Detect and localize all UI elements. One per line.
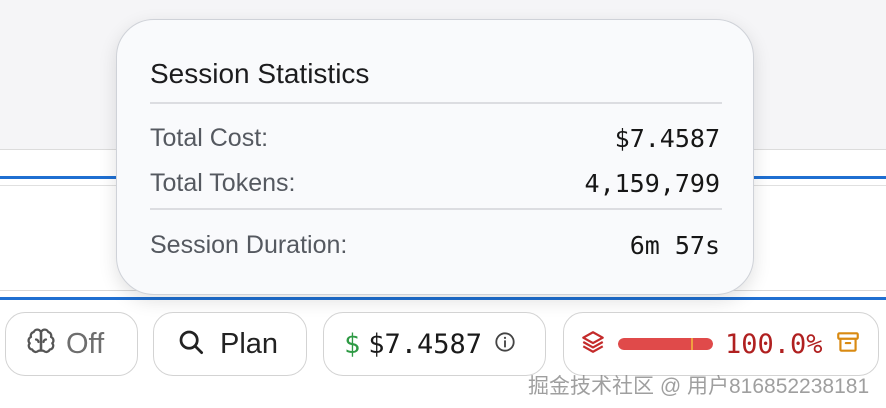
- context-usage-percent: 100.0%: [725, 328, 823, 360]
- context-usage-button[interactable]: 100.0%: [563, 312, 879, 376]
- dollar-icon: $: [344, 328, 361, 360]
- total-cost-value: $7.4587: [614, 124, 720, 153]
- thinking-toggle-button[interactable]: Off: [5, 312, 138, 376]
- info-icon: [494, 331, 516, 358]
- popover-divider: [150, 102, 722, 104]
- thinking-state-label: Off: [66, 327, 105, 360]
- session-cost-value: $7.4587: [368, 328, 483, 360]
- session-stats-popover: Session Statistics Total Cost: $7.4587 T…: [116, 19, 754, 295]
- plan-mode-button[interactable]: Plan: [153, 312, 307, 376]
- session-cost-button[interactable]: $ $7.4587: [323, 312, 546, 376]
- total-cost-label: Total Cost:: [150, 124, 269, 152]
- popover-title: Session Statistics: [150, 58, 370, 89]
- context-threshold-marker: [691, 338, 693, 350]
- total-tokens-label: Total Tokens:: [150, 169, 296, 197]
- session-duration-label: Session Duration:: [150, 231, 348, 259]
- focus-line-bottom: [0, 297, 886, 300]
- total-tokens-value: 4,159,799: [584, 169, 720, 198]
- context-usage-fill: [618, 338, 713, 350]
- archive-icon[interactable]: [835, 329, 861, 360]
- popover-divider: [150, 208, 722, 210]
- session-duration-value: 6m 57s: [629, 231, 720, 260]
- plan-mode-label: Plan: [220, 327, 279, 360]
- context-usage-bar: [618, 338, 713, 350]
- layers-icon: [580, 329, 606, 360]
- watermark: 掘金技术社区 @ 用户816852238181: [528, 375, 870, 398]
- search-icon: [176, 327, 206, 362]
- brain-icon: [26, 327, 56, 362]
